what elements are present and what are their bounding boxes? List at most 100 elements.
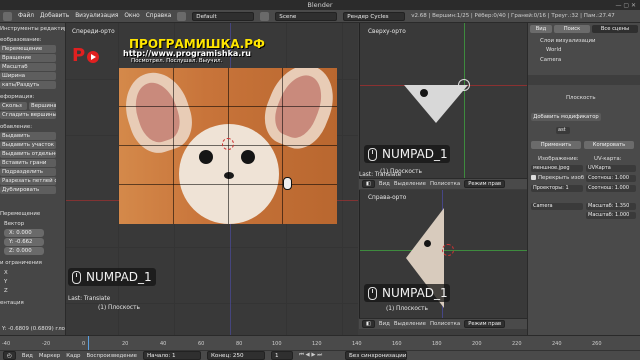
move-button[interactable]: Перемещение: [0, 45, 56, 53]
slide-button[interactable]: Скольз: [0, 102, 27, 110]
rotate-button[interactable]: Вращение: [0, 54, 56, 62]
key-hint-front: NUMPAD_1: [68, 268, 156, 286]
aspect-x-field[interactable]: Соотнош: 1.000: [586, 175, 636, 182]
menu-playback[interactable]: Воспроизведение: [86, 353, 136, 359]
menu-mesh[interactable]: Полисетка: [430, 181, 460, 187]
editor-type-icon[interactable]: [3, 11, 12, 21]
window-title: Blender: [307, 1, 333, 9]
editor-type-select[interactable]: ◧: [362, 320, 375, 328]
menu-frame[interactable]: Кадр: [66, 353, 80, 359]
constraint-y[interactable]: Y: [4, 278, 65, 286]
outliner-world[interactable]: World: [546, 47, 561, 53]
tick-label: 80: [236, 341, 243, 347]
tick-label: 120: [312, 341, 322, 347]
tick-label: 100: [272, 341, 282, 347]
menu-help[interactable]: Справка: [146, 13, 172, 19]
tick-label: 260: [592, 341, 602, 347]
start-frame-field[interactable]: Начало: 1: [142, 351, 201, 360]
projectors-field[interactable]: Проекторы: 1: [531, 185, 583, 192]
extrude-button[interactable]: Выдавить: [0, 132, 56, 140]
add-modifier-button[interactable]: Добавить модификатор: [531, 113, 601, 121]
mode-select[interactable]: Режим прав: [464, 320, 506, 328]
viewport-label: Спереди-орто: [72, 29, 115, 35]
scale-x-field[interactable]: Масштаб: 1.350: [586, 203, 636, 210]
duplicate-button[interactable]: Дублировать: [0, 186, 56, 194]
constraint-axis-label: и ограничения: [0, 260, 42, 266]
viewport-label: Справа-орто: [368, 195, 407, 201]
transform-gizmo-icon[interactable]: [458, 79, 470, 91]
editor-type-select[interactable]: ◴: [3, 351, 16, 360]
viewport-label: Сверху-орто: [368, 29, 406, 35]
shrink-fatten-button[interactable]: кать/Раздуть: [0, 81, 56, 89]
vertex-slide-button[interactable]: Вершина: [29, 102, 56, 110]
menu-window[interactable]: Окно: [124, 13, 139, 19]
camera-field[interactable]: Camera: [531, 203, 583, 210]
constraint-z[interactable]: Z: [4, 287, 65, 295]
override-image-checkbox[interactable]: Перекрыть изоб: [531, 175, 584, 181]
properties-tabs[interactable]: [528, 75, 640, 85]
uv-map-field[interactable]: UVКарта: [586, 165, 636, 172]
menu-select[interactable]: Выделение: [394, 321, 426, 327]
layout-select[interactable]: Default: [192, 11, 255, 21]
vector-x-field[interactable]: X: 0.000: [4, 229, 44, 237]
extrude-region-button[interactable]: Выдавить участок: [0, 141, 56, 149]
3d-cursor-icon[interactable]: [222, 138, 234, 150]
outliner-view-tab[interactable]: Вид: [530, 25, 552, 33]
modifier-name-field[interactable]: ast: [556, 127, 570, 134]
end-frame-field[interactable]: Конец: 250: [206, 351, 265, 360]
menu-add[interactable]: Добавить: [40, 13, 69, 19]
translate-panel-title: Перемещение: [0, 211, 41, 217]
constraint-x[interactable]: X: [4, 269, 65, 277]
smooth-vertex-button[interactable]: Сгладить вершины: [0, 111, 56, 119]
outliner-scenes-select[interactable]: Все сцены: [592, 25, 638, 33]
uv-label: UV-карта:: [594, 156, 622, 162]
scene-select[interactable]: Scene: [275, 11, 338, 21]
menu-marker[interactable]: Маркер: [39, 353, 60, 359]
add-section: обавление:: [0, 124, 33, 130]
properties-object-name: Плоскость: [566, 95, 596, 101]
top-ortho-viewport[interactable]: Сверху-орто NUMPAD_1 (1) Плоскость: [359, 23, 527, 178]
mode-select[interactable]: Режим прав: [464, 180, 506, 188]
override-image-label: Перекрыть изоб: [538, 175, 585, 181]
tick-label: 0: [82, 341, 86, 347]
mouse-icon: [283, 177, 292, 190]
sync-select[interactable]: Без синхронизации: [344, 351, 407, 360]
current-frame-field[interactable]: 1: [270, 351, 293, 360]
render-engine-select[interactable]: Рендер Cycles: [343, 11, 406, 21]
apply-button[interactable]: Применить: [531, 141, 581, 149]
subdivide-button[interactable]: Подразделить: [0, 168, 56, 176]
toolshelf-header: Инструменты редактиров: [0, 26, 65, 32]
loop-cut-button[interactable]: Разрезать петлей со ско: [0, 177, 56, 185]
key-hint-text: NUMPAD_1: [382, 286, 448, 300]
timeline[interactable]: -40 -20 0 20 40 60 80 100 120 140 160 18…: [0, 335, 640, 350]
tick-label: 60: [198, 341, 205, 347]
scene-stats: v2.68 | Вершин:1/25 | Рёбер:0/40 | Гране…: [411, 13, 615, 19]
key-hint-side: NUMPAD_1: [364, 284, 450, 302]
menu-render[interactable]: Визуализация: [75, 13, 118, 19]
menu-view[interactable]: Вид: [379, 321, 390, 327]
inset-faces-button[interactable]: Вставить грани: [0, 159, 56, 167]
scale-y-field[interactable]: Масштаб: 1.000: [586, 212, 636, 219]
site-logo: P: [71, 43, 101, 66]
menu-view[interactable]: Вид: [22, 353, 33, 359]
vector-z-field[interactable]: Z: 0.000: [4, 247, 44, 255]
right-ortho-viewport[interactable]: Справа-орто NUMPAD_1 (1) Плоскость: [359, 190, 527, 318]
current-frame-marker[interactable]: [88, 336, 89, 350]
width-button[interactable]: Ширина: [0, 72, 56, 80]
vector-y-field[interactable]: Y: -0.662: [4, 238, 44, 246]
copy-button[interactable]: Копировать: [584, 141, 634, 149]
image-field[interactable]: меншное.jpeg: [531, 165, 583, 172]
menu-select[interactable]: Выделение: [394, 181, 426, 187]
outliner-render-layers[interactable]: Слои визуализации: [540, 38, 596, 44]
extrude-individual-button[interactable]: Выдавить отдельно: [0, 150, 56, 158]
menu-file[interactable]: Файл: [18, 13, 34, 19]
playback-controls-icon[interactable]: ⏮ ◀ ▶ ⏭: [299, 352, 339, 359]
scale-button[interactable]: Масштаб: [0, 63, 56, 71]
outliner-camera[interactable]: Camera: [540, 57, 561, 63]
outliner-search-tab[interactable]: Поиск: [554, 25, 590, 33]
menu-view[interactable]: Вид: [379, 181, 390, 187]
window-controls[interactable]: — ▢ ✕: [615, 2, 636, 9]
editor-type-select[interactable]: ◧: [362, 180, 375, 188]
aspect-y-field[interactable]: Соотнош: 1.000: [586, 185, 636, 192]
menu-mesh[interactable]: Полисетка: [430, 321, 460, 327]
